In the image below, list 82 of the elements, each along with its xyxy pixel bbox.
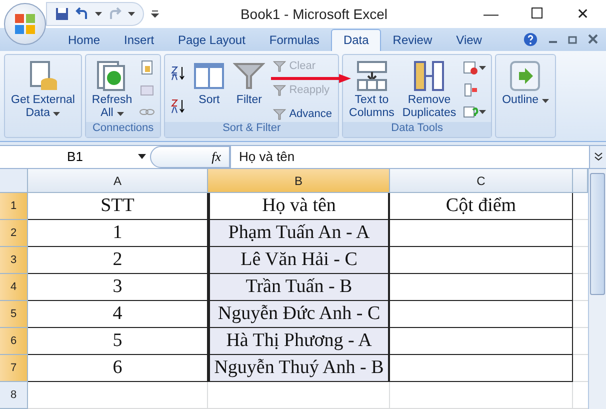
table-cell: 2 bbox=[28, 247, 208, 274]
ribbon-tab[interactable]: Formulas bbox=[257, 28, 332, 50]
text-to-columns-icon bbox=[356, 60, 388, 92]
group-label: Data Tools bbox=[343, 122, 492, 136]
close-icon[interactable] bbox=[588, 34, 598, 44]
ribbon-tab[interactable]: Page Layout bbox=[166, 28, 258, 50]
undo-icon[interactable] bbox=[75, 7, 89, 21]
row-header[interactable]: 3 bbox=[0, 247, 28, 274]
what-if-icon bbox=[463, 104, 480, 120]
ribbon-tab[interactable]: Review bbox=[380, 28, 444, 50]
ribbon-tab[interactable]: Home bbox=[56, 28, 112, 50]
toolbar-button[interactable] bbox=[462, 58, 488, 76]
caret-icon bbox=[116, 112, 124, 116]
caret-icon bbox=[95, 12, 102, 16]
office-logo-icon bbox=[13, 12, 37, 36]
row-header[interactable]: 5 bbox=[0, 301, 28, 328]
sort-descending-icon bbox=[170, 98, 186, 114]
data-validation-icon bbox=[463, 60, 480, 76]
expand-button[interactable] bbox=[589, 146, 606, 168]
chevron-icon bbox=[594, 152, 602, 162]
ribbon-button[interactable]: Outline bbox=[500, 58, 551, 136]
dropdown-icon bbox=[138, 154, 146, 160]
row-header[interactable]: 8 bbox=[0, 382, 28, 409]
ribbon-tab[interactable]: Insert bbox=[112, 28, 166, 50]
ribbon-tab[interactable]: Data bbox=[331, 28, 381, 50]
table-cell: 4 bbox=[28, 301, 208, 328]
ribbon-button[interactable]: Refresh All bbox=[90, 58, 134, 122]
vertical-scrollbar[interactable] bbox=[588, 169, 606, 409]
help-icon[interactable] bbox=[523, 32, 538, 46]
caret-icon bbox=[53, 112, 60, 116]
outline-icon bbox=[509, 60, 542, 92]
remove-duplicates-icon bbox=[413, 60, 446, 92]
column-header[interactable]: A bbox=[28, 169, 208, 193]
office-button[interactable] bbox=[4, 3, 46, 45]
insert-function-button[interactable]: fx bbox=[212, 148, 221, 165]
name-box[interactable]: B1 bbox=[0, 146, 150, 168]
ribbon-button[interactable]: Filter bbox=[231, 58, 268, 122]
table-cell: Nguyễn Đức Anh - C bbox=[208, 301, 390, 328]
ribbon-button[interactable]: Remove Duplicates bbox=[400, 58, 458, 122]
table-cell: Nguyễn Thuý Anh - B bbox=[208, 355, 390, 382]
group-label: Sort & Filter bbox=[165, 122, 338, 136]
table-cell: STT bbox=[28, 193, 208, 220]
caret-icon bbox=[479, 110, 486, 114]
row-header[interactable]: 6 bbox=[0, 328, 28, 355]
ribbon-button[interactable]: Sort bbox=[191, 58, 228, 122]
sort-ascending-icon bbox=[170, 65, 186, 81]
table-cell: Lê Văn Hải - C bbox=[208, 247, 390, 274]
table-cell: Cột điểm bbox=[390, 193, 573, 220]
ribbon-button[interactable]: Get External Data bbox=[9, 58, 77, 136]
caret-icon bbox=[479, 66, 486, 70]
ribbon-button[interactable]: Text to Columns bbox=[347, 58, 396, 122]
restore-icon[interactable] bbox=[568, 34, 578, 44]
close-button[interactable]: ✕ bbox=[560, 0, 606, 28]
table-cell: Họ và tên bbox=[208, 193, 390, 220]
table-cell: 5 bbox=[28, 328, 208, 355]
customize-icon[interactable] bbox=[150, 9, 160, 19]
table-cell: 3 bbox=[28, 274, 208, 301]
table-cell: Trần Tuấn - B bbox=[208, 274, 390, 301]
toolbar-button[interactable] bbox=[169, 64, 188, 82]
save-icon[interactable] bbox=[55, 7, 69, 21]
row-header[interactable]: 7 bbox=[0, 355, 28, 382]
table-cell: 1 bbox=[28, 220, 208, 247]
row-header[interactable]: 4 bbox=[0, 274, 28, 301]
scroll-thumb[interactable] bbox=[590, 173, 605, 295]
table-cell: 6 bbox=[28, 355, 208, 382]
column-header[interactable]: B bbox=[208, 169, 390, 193]
maximize-icon bbox=[531, 6, 543, 18]
caret-icon bbox=[542, 98, 549, 102]
group-label: Connections bbox=[86, 122, 160, 136]
ribbon-button[interactable]: Advance bbox=[271, 106, 334, 122]
window-title: Book1 - Microsoft Excel bbox=[239, 6, 389, 22]
caret-icon bbox=[128, 12, 135, 16]
table-cell: Hà Thị Phương - A bbox=[208, 328, 390, 355]
row-header[interactable]: 2 bbox=[0, 220, 28, 247]
row-header[interactable]: 1 bbox=[0, 193, 28, 220]
column-header[interactable]: C bbox=[390, 169, 573, 193]
consolidate-icon bbox=[463, 82, 480, 98]
document-icon bbox=[139, 60, 156, 76]
minimize-button[interactable]: — bbox=[468, 0, 514, 28]
table-cell: Phạm Tuấn An - A bbox=[208, 220, 390, 247]
ribbon-tab[interactable]: View bbox=[444, 28, 494, 50]
toolbar-button[interactable] bbox=[169, 97, 188, 115]
